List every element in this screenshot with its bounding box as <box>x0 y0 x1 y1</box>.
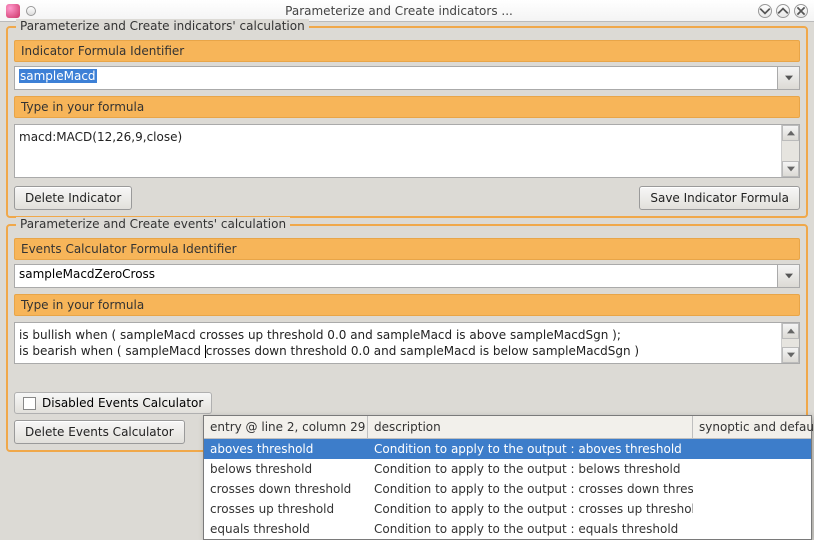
indicator-formula-textarea[interactable]: macd:MACD(12,26,9,close) <box>15 125 781 177</box>
indicator-identifier-input[interactable]: sampleMacd <box>14 66 778 90</box>
indicator-formula-value: macd:MACD(12,26,9,close) <box>19 130 182 144</box>
scroll-track[interactable] <box>782 141 799 161</box>
titlebar-dot-icon <box>26 6 36 16</box>
disabled-events-checkbox[interactable] <box>23 397 36 410</box>
events-formula-scrollbar[interactable] <box>781 323 799 363</box>
events-formula-line2b: crosses down threshold 0.0 and sampleMac… <box>206 344 639 358</box>
autocomplete-row-synoptic <box>693 459 811 479</box>
delete-events-calculator-button[interactable]: Delete Events Calculator <box>14 420 185 444</box>
indicator-identifier-value: sampleMacd <box>19 69 97 83</box>
scroll-down-button[interactable] <box>782 161 799 177</box>
events-formula-textarea[interactable]: is bullish when ( sampleMacd crosses up … <box>15 323 781 363</box>
main-content: Parameterize and Create indicators' calc… <box>0 22 814 462</box>
events-group-title: Parameterize and Create events' calculat… <box>16 217 290 231</box>
autocomplete-row-synoptic <box>693 499 811 519</box>
chevron-down-icon <box>759 5 771 17</box>
events-formula-line1: is bullish when ( sampleMacd crosses up … <box>19 328 621 342</box>
events-identifier-input[interactable]: sampleMacdZeroCross <box>14 264 778 288</box>
autocomplete-row-description: Condition to apply to the output : cross… <box>368 499 693 519</box>
autocomplete-header-description[interactable]: description <box>368 416 693 438</box>
autocomplete-row[interactable]: crosses up thresholdCondition to apply t… <box>204 499 811 519</box>
events-formula-label: Type in your formula <box>14 294 800 316</box>
autocomplete-header-entry[interactable]: entry @ line 2, column 29 <box>204 416 368 438</box>
autocomplete-header-synoptic[interactable]: synoptic and defaul <box>693 416 811 438</box>
disabled-events-checkbox-label: Disabled Events Calculator <box>42 396 203 410</box>
indicator-identifier-dropdown-button[interactable] <box>778 66 800 90</box>
autocomplete-row[interactable]: aboves thresholdCondition to apply to th… <box>204 439 811 459</box>
autocomplete-row-description: Condition to apply to the output : below… <box>368 459 693 479</box>
autocomplete-row[interactable]: equals thresholdCondition to apply to th… <box>204 519 811 539</box>
indicators-group-title: Parameterize and Create indicators' calc… <box>16 19 309 33</box>
autocomplete-popup: entry @ line 2, column 29 description sy… <box>203 415 812 540</box>
autocomplete-row-synoptic <box>693 519 811 539</box>
indicator-identifier-label: Indicator Formula Identifier <box>14 40 800 62</box>
close-icon <box>795 5 807 17</box>
autocomplete-row-entry: aboves threshold <box>204 439 368 459</box>
autocomplete-row[interactable]: crosses down thresholdCondition to apply… <box>204 479 811 499</box>
events-button-row: Disabled Events Calculator <box>14 392 800 414</box>
indicator-button-row: Delete Indicator Save Indicator Formula <box>14 186 800 210</box>
chevron-up-icon <box>777 5 789 17</box>
autocomplete-row-description: Condition to apply to the output : equal… <box>368 519 693 539</box>
window-buttons <box>758 4 808 18</box>
autocomplete-row-entry: equals threshold <box>204 519 368 539</box>
autocomplete-row-entry: belows threshold <box>204 459 368 479</box>
scroll-up-button[interactable] <box>782 125 799 141</box>
triangle-down-icon <box>787 352 795 358</box>
minimize-button[interactable] <box>758 4 772 18</box>
indicator-formula-scrollbar[interactable] <box>781 125 799 177</box>
triangle-up-icon <box>787 130 795 136</box>
autocomplete-row-synoptic <box>693 439 811 459</box>
close-button[interactable] <box>794 4 808 18</box>
events-identifier-combo[interactable]: sampleMacdZeroCross <box>14 264 800 288</box>
app-icon <box>6 4 20 18</box>
autocomplete-row-entry: crosses down threshold <box>204 479 368 499</box>
events-identifier-dropdown-button[interactable] <box>778 264 800 288</box>
autocomplete-row-synoptic <box>693 479 811 499</box>
scroll-track[interactable] <box>782 339 799 347</box>
disabled-events-checkbox-wrap[interactable]: Disabled Events Calculator <box>14 392 212 414</box>
window-title: Parameterize and Create indicators ... <box>40 4 758 18</box>
chevron-down-icon <box>785 75 793 81</box>
events-formula-wrap: is bullish when ( sampleMacd crosses up … <box>14 322 800 364</box>
save-indicator-button[interactable]: Save Indicator Formula <box>639 186 800 210</box>
autocomplete-row-description: Condition to apply to the output : cross… <box>368 479 693 499</box>
indicator-formula-wrap: macd:MACD(12,26,9,close) <box>14 124 800 178</box>
triangle-up-icon <box>787 328 795 334</box>
autocomplete-rows: aboves thresholdCondition to apply to th… <box>204 439 811 539</box>
autocomplete-row-entry: crosses up threshold <box>204 499 368 519</box>
indicator-formula-label: Type in your formula <box>14 96 800 118</box>
triangle-down-icon <box>787 166 795 172</box>
scroll-up-button[interactable] <box>782 323 799 339</box>
chevron-down-icon <box>785 273 793 279</box>
scroll-down-button[interactable] <box>782 347 799 363</box>
indicators-group: Parameterize and Create indicators' calc… <box>6 26 808 218</box>
events-formula-line2a: is bearish when ( sampleMacd <box>19 344 205 358</box>
maximize-button[interactable] <box>776 4 790 18</box>
delete-indicator-button[interactable]: Delete Indicator <box>14 186 132 210</box>
events-identifier-label: Events Calculator Formula Identifier <box>14 238 800 260</box>
autocomplete-row-description: Condition to apply to the output : above… <box>368 439 693 459</box>
autocomplete-row[interactable]: belows thresholdCondition to apply to th… <box>204 459 811 479</box>
autocomplete-header: entry @ line 2, column 29 description sy… <box>204 416 811 439</box>
indicator-identifier-combo[interactable]: sampleMacd <box>14 66 800 90</box>
